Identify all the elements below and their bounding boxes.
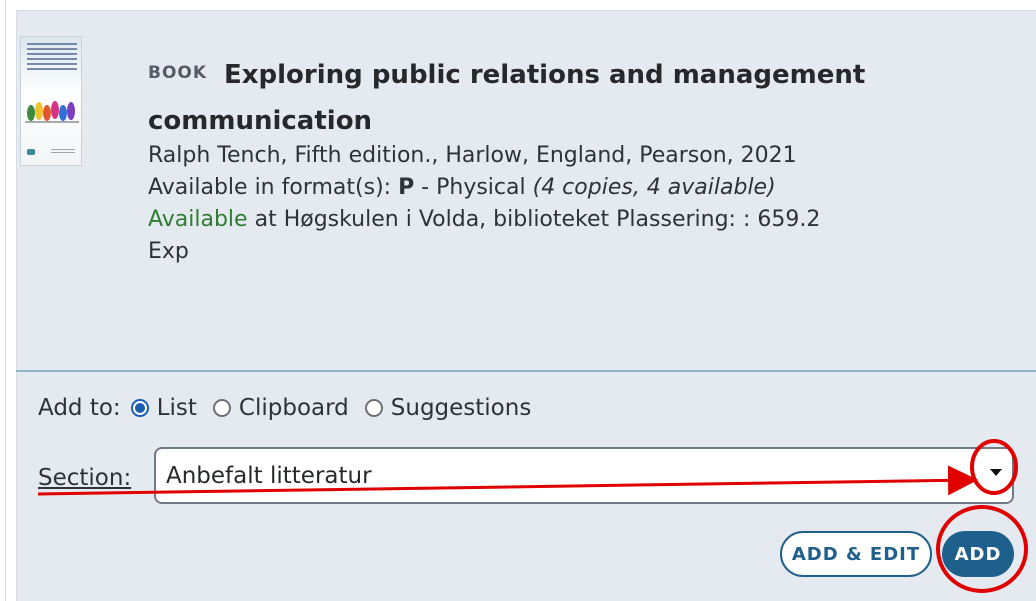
section-select-value: Anbefalt litteratur (166, 463, 372, 489)
add-and-edit-button[interactable]: ADD & EDIT (780, 531, 932, 577)
publisher-logo (27, 149, 35, 155)
format-line: Available in format(s): P - Physical (4 … (148, 172, 868, 204)
copies-count: (4 copies, 4 available) (532, 175, 776, 200)
radio-suggestions[interactable] (364, 399, 383, 417)
record-title[interactable]: Exploring public relations and managemen… (148, 52, 868, 144)
book-cover-thumbnail[interactable] (20, 36, 82, 166)
availability-status: Available (148, 207, 248, 232)
add-button[interactable]: ADD (942, 531, 1014, 577)
format-prefix: Available in format(s): (148, 175, 399, 200)
add-to-group: Add to: List Clipboard Suggestions (38, 395, 537, 421)
radio-list[interactable] (130, 399, 149, 417)
format-code: P (398, 175, 415, 200)
radio-option-suggestions[interactable]: Suggestions (364, 395, 532, 421)
radio-option-list[interactable]: List (130, 395, 197, 421)
format-name: - Physical (414, 175, 533, 200)
record-details: Ralph Tench, Fifth edition., Harlow, Eng… (148, 140, 868, 268)
add-to-label: Add to: (38, 395, 121, 421)
page-left-margin (0, 0, 6, 601)
section-select[interactable]: Anbefalt litteratur (154, 447, 1014, 504)
radio-clipboard[interactable] (212, 399, 231, 417)
availability-line: Available at Høgskulen i Volda, bibliote… (148, 204, 868, 268)
page-top-margin (0, 0, 1036, 10)
radio-list-label: List (156, 395, 197, 421)
availability-location: at Høgskulen i Volda, biblioteket Plasse… (148, 207, 821, 264)
radio-option-clipboard[interactable]: Clipboard (212, 395, 349, 421)
radio-clipboard-label: Clipboard (238, 395, 349, 421)
chevron-down-icon[interactable] (990, 469, 1002, 476)
section-divider (16, 370, 1036, 372)
author-publication: Ralph Tench, Fifth edition., Harlow, Eng… (148, 143, 797, 168)
cover-author-lines (51, 149, 75, 155)
cover-title-lines (27, 43, 77, 73)
cover-birds-illustration (25, 101, 79, 123)
radio-suggestions-label: Suggestions (390, 395, 532, 421)
section-label: Section: (38, 465, 132, 491)
